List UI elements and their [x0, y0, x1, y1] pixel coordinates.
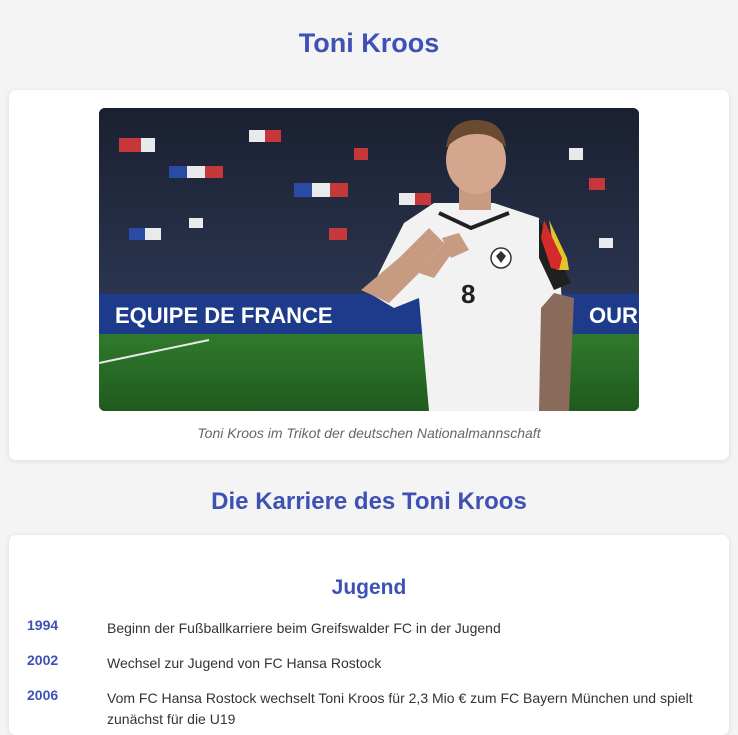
shirt-number: 8: [461, 279, 475, 309]
banner-text-left: EQUIPE DE FRANCE: [115, 303, 333, 328]
timeline-year: 1994: [27, 617, 59, 633]
timeline-year: 2006: [27, 687, 59, 703]
timeline-year: 2002: [27, 652, 59, 668]
photo-caption: Toni Kroos im Trikot der deutschen Natio…: [197, 425, 541, 441]
banner-text-right: OUR V: [589, 303, 639, 328]
youth-heading: Jugend: [331, 576, 407, 599]
career-section-title: Die Karriere des Toni Kroos: [211, 488, 527, 515]
timeline-text: Vom FC Hansa Rostock wechselt Toni Kroos…: [107, 690, 693, 727]
player-photo: EQUIPE DE FRANCE OUR V 8: [99, 108, 639, 411]
player-photo-illustration: EQUIPE DE FRANCE OUR V 8: [99, 108, 639, 411]
career-card: Jugend 1994 Beginn der Fußballkarriere b…: [9, 535, 729, 735]
photo-card: EQUIPE DE FRANCE OUR V 8: [9, 90, 729, 460]
timeline-text: Wechsel zur Jugend von FC Hansa Rostock: [107, 655, 382, 671]
timeline-text: Beginn der Fußballkarriere beim Greifswa…: [107, 620, 501, 636]
page-title: Toni Kroos: [298, 28, 440, 58]
